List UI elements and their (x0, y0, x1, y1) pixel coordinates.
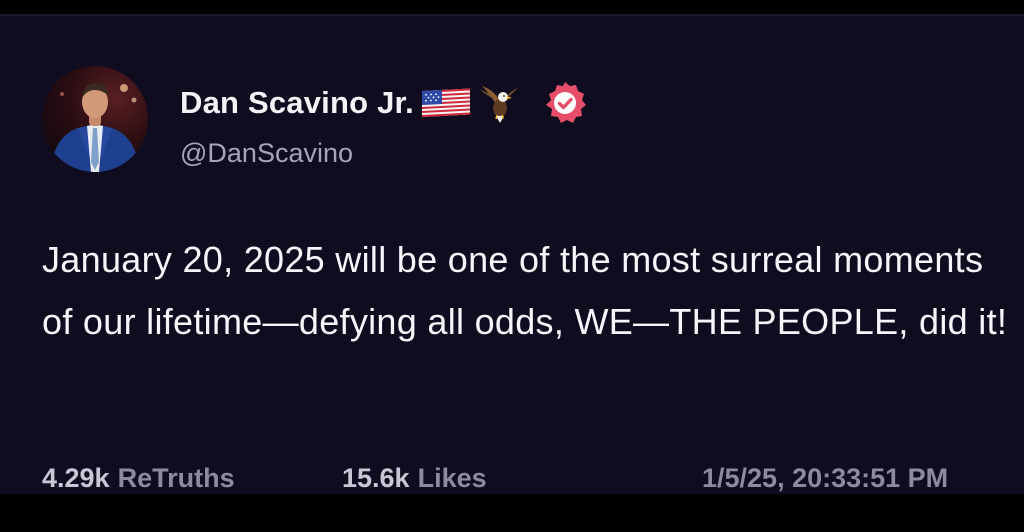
likes-label: Likes (417, 463, 487, 493)
post-timestamp[interactable]: 1/5/25, 20:33:51 PM (702, 463, 948, 494)
verified-badge-icon (542, 80, 588, 126)
truth-post-card: Dan Scavino Jr. @DanScavino January 20, … (0, 14, 1024, 496)
post-body-text: January 20, 2025 will be one of the most… (42, 239, 1008, 342)
author-handle[interactable]: @DanScavino (180, 138, 353, 169)
author-display-name[interactable]: Dan Scavino Jr. (180, 85, 414, 121)
top-letterbox (0, 0, 1024, 14)
retruths-stat[interactable]: 4.29k ReTruths (42, 463, 235, 494)
retruths-count: 4.29k (42, 463, 110, 493)
eagle-icon (478, 82, 520, 124)
author-name-row: Dan Scavino Jr. (180, 80, 588, 126)
us-flag-icon (421, 87, 470, 119)
bottom-letterbox (0, 494, 1024, 532)
likes-count: 15.6k (342, 463, 410, 493)
retruths-label: ReTruths (117, 463, 235, 493)
avatar[interactable] (42, 66, 148, 172)
likes-stat[interactable]: 15.6k Likes (342, 463, 487, 494)
post-stats-row: 4.29k ReTruths 15.6k Likes 1/5/25, 20:33… (42, 463, 1024, 496)
